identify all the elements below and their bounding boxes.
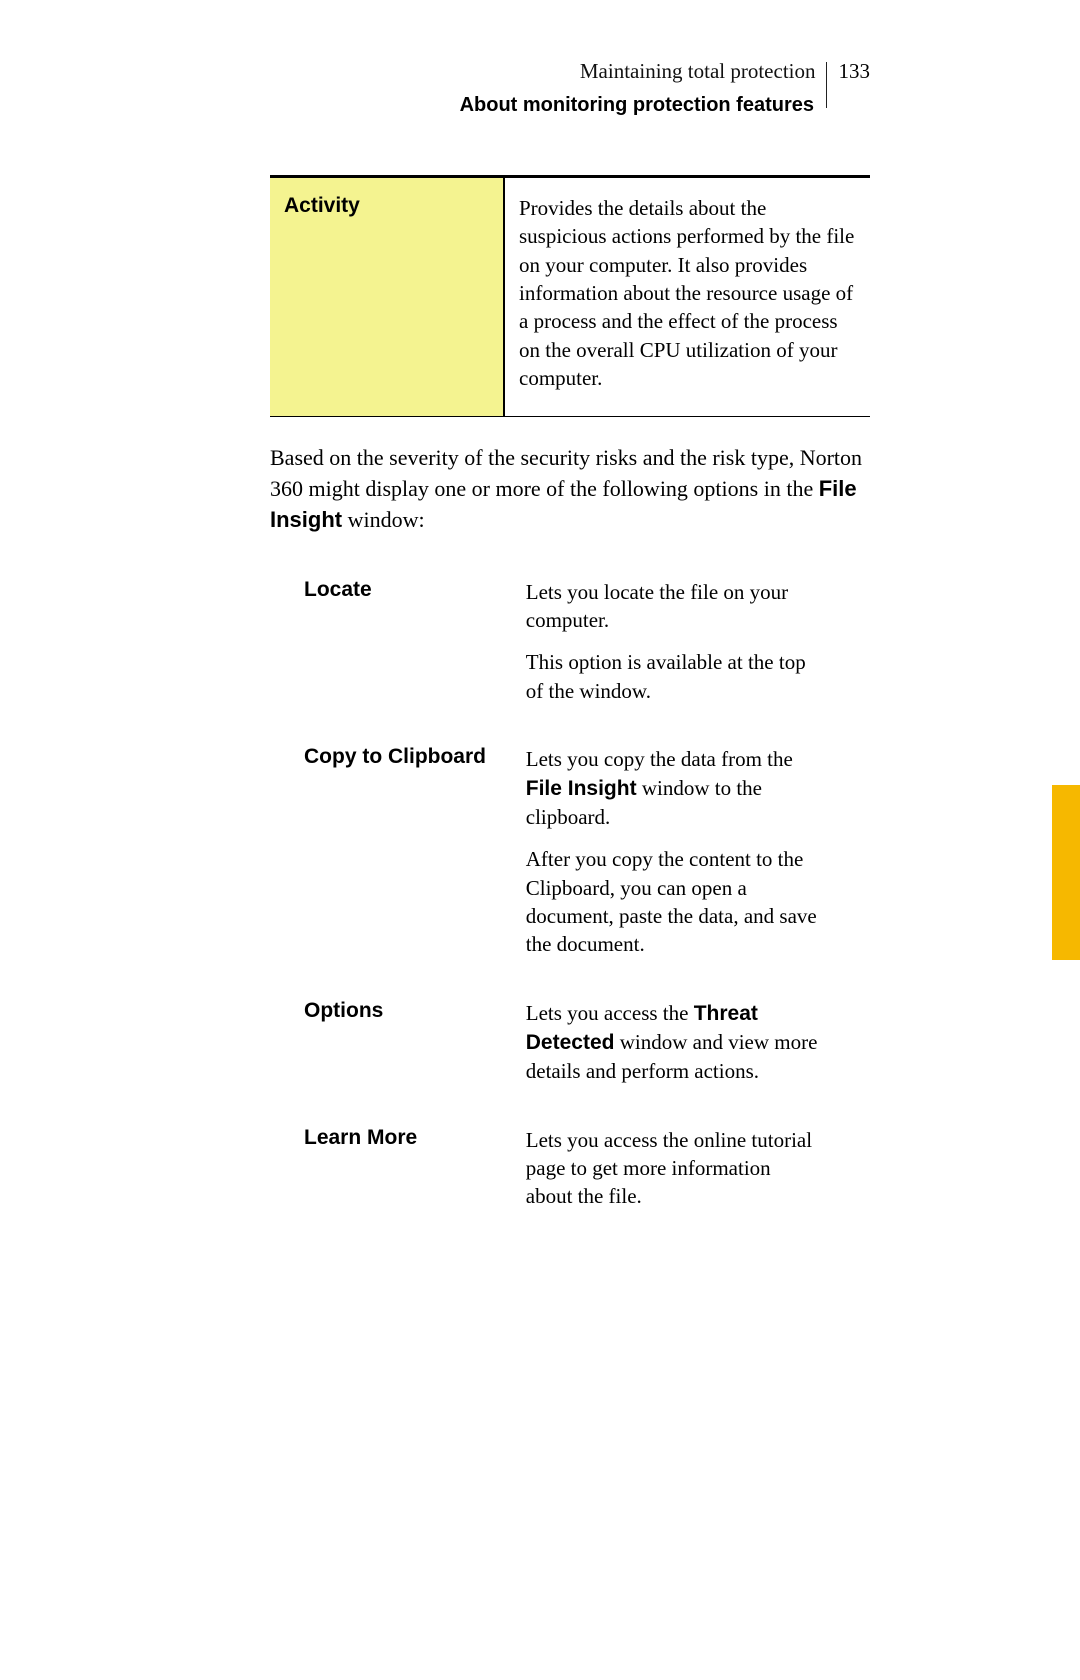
option-paragraph: This option is available at the top of t… bbox=[526, 648, 822, 705]
option-description: Lets you locate the file on your compute… bbox=[526, 578, 832, 745]
option-label: Locate bbox=[304, 578, 526, 745]
activity-table: Activity Provides the details about the … bbox=[270, 175, 870, 417]
section-title: About monitoring protection features bbox=[270, 92, 870, 119]
intro-post: window: bbox=[342, 507, 425, 532]
header-top: Maintaining total protection 133 bbox=[270, 48, 870, 94]
page-number: 133 bbox=[837, 57, 871, 85]
option-row: LocateLets you locate the file on your c… bbox=[304, 578, 832, 745]
option-description: Lets you access the online tutorial page… bbox=[526, 1126, 832, 1251]
option-description: Lets you copy the data from the File Ins… bbox=[526, 745, 832, 998]
page-content: Maintaining total protection 133 About m… bbox=[0, 0, 1080, 1251]
option-paragraph: After you copy the content to the Clipbo… bbox=[526, 845, 822, 958]
option-paragraph: Lets you access the online tutorial page… bbox=[526, 1126, 822, 1211]
options-table: LocateLets you locate the file on your c… bbox=[304, 578, 832, 1251]
option-label: Options bbox=[304, 999, 526, 1126]
option-label: Learn More bbox=[304, 1126, 526, 1251]
activity-description: Provides the details about the suspiciou… bbox=[504, 177, 870, 417]
intro-pre: Based on the severity of the security ri… bbox=[270, 445, 862, 501]
option-label: Copy to Clipboard bbox=[304, 745, 526, 998]
option-paragraph: Lets you locate the file on your compute… bbox=[526, 578, 822, 635]
option-row: OptionsLets you access the Threat Detect… bbox=[304, 999, 832, 1126]
option-row: Learn MoreLets you access the online tut… bbox=[304, 1126, 832, 1251]
option-row: Copy to ClipboardLets you copy the data … bbox=[304, 745, 832, 998]
intro-paragraph: Based on the severity of the security ri… bbox=[270, 443, 870, 535]
header-divider bbox=[826, 62, 827, 108]
side-tab-marker bbox=[1052, 785, 1080, 960]
page-header: Maintaining total protection 133 About m… bbox=[270, 48, 870, 119]
chapter-title: Maintaining total protection bbox=[580, 57, 816, 85]
option-paragraph: Lets you copy the data from the File Ins… bbox=[526, 745, 822, 831]
activity-label: Activity bbox=[270, 177, 504, 417]
option-paragraph: Lets you access the Threat Detected wind… bbox=[526, 999, 822, 1086]
option-description: Lets you access the Threat Detected wind… bbox=[526, 999, 832, 1126]
